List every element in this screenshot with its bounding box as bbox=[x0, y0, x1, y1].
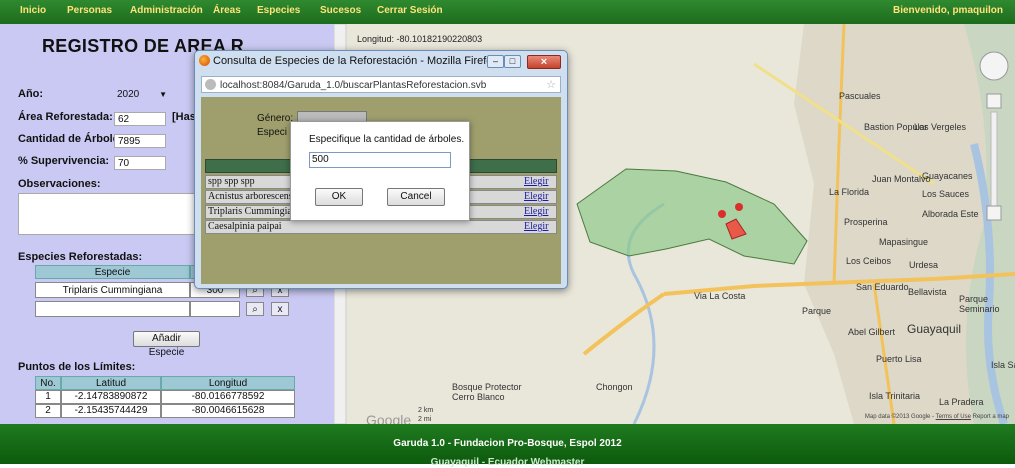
nav-sucesos[interactable]: Sucesos bbox=[320, 5, 361, 16]
scale-mi: 2 mi bbox=[418, 416, 432, 423]
map-attribution: Map data ©2013 Google bbox=[864, 414, 931, 420]
quantity-input[interactable]: 500 bbox=[309, 152, 451, 168]
map-label-via-la-costa: Via La Costa bbox=[694, 291, 746, 301]
map-label-parque-seminario: Parque Seminario bbox=[959, 294, 1000, 314]
map-label-cerro-blanco: Bosque Protector Cerro Blanco bbox=[452, 382, 522, 402]
add-especie-button[interactable]: Añadir Especie bbox=[133, 331, 200, 358]
map-label-la-pradera: La Pradera bbox=[939, 397, 984, 407]
puntos-label: Puntos de los Límites: bbox=[18, 361, 136, 373]
cancel-button[interactable]: Cancel bbox=[387, 188, 445, 206]
especie-row-2-qty[interactable] bbox=[190, 301, 240, 317]
nav-inicio[interactable]: Inicio bbox=[20, 5, 46, 16]
cantidad-label: Cantidad de Árboles: bbox=[18, 133, 129, 145]
punto-row-1-no: 1 bbox=[35, 390, 61, 404]
supervivencia-label: % Supervivencia: bbox=[18, 155, 110, 167]
coordinate-readout: Longitud: -80.10182190220803 bbox=[357, 34, 483, 44]
map-label-vergeles: Los Vergeles bbox=[914, 122, 967, 132]
punto-row-2-lat: -2.15435744429 bbox=[61, 404, 161, 418]
popup-title: Consulta de Especies de la Reforestación… bbox=[213, 55, 498, 67]
genero-label: Género: bbox=[257, 113, 294, 124]
elegir-link[interactable]: Elegir bbox=[524, 176, 554, 188]
especie-header: Especie bbox=[35, 265, 190, 279]
scale-km: 2 km bbox=[418, 407, 434, 414]
area-label: Área Reforestada: bbox=[18, 111, 113, 123]
remove-especie-button[interactable]: x bbox=[271, 302, 289, 316]
prompt-dialog: Especifique la cantidad de árboles. 500 … bbox=[290, 121, 470, 221]
site-icon bbox=[205, 79, 216, 90]
elegir-link[interactable]: Elegir bbox=[524, 221, 554, 233]
map-label-isla-trinitaria: Isla Trinitaria bbox=[869, 391, 921, 401]
footer-line-2: Guayaquil - Ecuador Webmaster bbox=[430, 457, 585, 468]
map-label-pascuales: Pascuales bbox=[839, 91, 881, 101]
especie-label: Especi bbox=[257, 127, 288, 138]
map-label-chongon: Chongon bbox=[596, 382, 633, 392]
map-label-ceibos: Los Ceibos bbox=[846, 256, 892, 266]
map-label-abel-gilbert: Abel Gilbert bbox=[848, 327, 896, 337]
nav-cerrar-sesion[interactable]: Cerrar Sesión bbox=[377, 5, 443, 16]
footer: Garuda 1.0 - Fundacion Pro-Bosque, Espol… bbox=[0, 424, 1015, 468]
map-label-urdesa: Urdesa bbox=[909, 260, 939, 270]
minimize-button[interactable]: – bbox=[487, 55, 504, 68]
chevron-down-icon: ▼ bbox=[159, 90, 167, 99]
puntos-header-longitud: Longitud bbox=[161, 376, 295, 390]
top-nav-bar: Inicio Personas Administración Áreas Esp… bbox=[0, 0, 1015, 25]
result-name: spp spp spp bbox=[208, 176, 255, 187]
punto-row-1-lon: -80.0166778592 bbox=[161, 390, 295, 404]
map-label-isla-santay: Isla Santay bbox=[991, 360, 1015, 370]
url-text: localhost:8084/Garuda_1.0/buscarPlantasR… bbox=[220, 80, 487, 91]
anio-value: 2020 bbox=[117, 89, 140, 100]
especies-label: Especies Reforestadas: bbox=[18, 251, 143, 263]
punto-row-2-no: 2 bbox=[35, 404, 61, 418]
search-icon[interactable]: ⌕ bbox=[246, 302, 264, 316]
map-label-parque: Parque bbox=[802, 306, 832, 316]
maximize-button[interactable]: □ bbox=[504, 55, 521, 68]
nav-administracion[interactable]: Administración bbox=[130, 5, 203, 16]
map-label-prosperina: Prosperina bbox=[844, 217, 888, 227]
nav-especies[interactable]: Especies bbox=[257, 5, 300, 16]
especie-row-2-name[interactable] bbox=[35, 301, 190, 317]
punto-row-1-lat: -2.14783890872 bbox=[61, 390, 161, 404]
terms-link[interactable]: Terms of Use bbox=[936, 414, 971, 420]
result-row: Caesalpinia paipai Elegir bbox=[205, 220, 557, 234]
dialog-prompt: Especifique la cantidad de árboles. bbox=[309, 134, 465, 145]
area-input[interactable]: 62 bbox=[114, 112, 166, 126]
puntos-header-no: No. bbox=[35, 376, 61, 390]
nav-areas[interactable]: Áreas bbox=[213, 5, 241, 16]
map-label-puerto-lisa: Puerto Lisa bbox=[876, 354, 922, 364]
anio-select[interactable]: 2020 ▼ bbox=[114, 88, 169, 102]
close-button[interactable]: × bbox=[527, 55, 561, 69]
ok-button[interactable]: OK bbox=[315, 188, 363, 206]
url-bar[interactable]: localhost:8084/Garuda_1.0/buscarPlantasR… bbox=[201, 76, 561, 93]
firefox-icon bbox=[199, 55, 210, 66]
map-label-bellavista: Bellavista bbox=[908, 287, 947, 297]
map-label-guayaquil: Guayaquil bbox=[907, 322, 962, 336]
result-name: Caesalpinia paipai bbox=[208, 221, 282, 232]
google-logo: Google bbox=[366, 412, 412, 424]
result-name: Triplaris Cummingia bbox=[208, 206, 292, 217]
nav-personas[interactable]: Personas bbox=[67, 5, 112, 16]
welcome-text: Bienvenido, pmaquilon bbox=[892, 5, 1003, 16]
report-link[interactable]: Report a map bbox=[973, 414, 1009, 420]
cantidad-input[interactable]: 7895 bbox=[114, 134, 166, 148]
map-label-mapasingue: Mapasingue bbox=[879, 237, 929, 247]
star-icon[interactable]: ☆ bbox=[546, 77, 556, 94]
anio-label: Año: bbox=[18, 88, 44, 100]
especie-row-1-name: Triplaris Cummingiana bbox=[35, 282, 190, 298]
map-label-alborada: Alborada Este bbox=[922, 209, 979, 219]
map-label-san-eduardo: San Eduardo bbox=[856, 282, 909, 292]
punto-row-2-lon: -80.0046615628 bbox=[161, 404, 295, 418]
map-label-guayacanes: Guayacanes bbox=[922, 171, 973, 181]
footer-line-1: Garuda 1.0 - Fundacion Pro-Bosque, Espol… bbox=[393, 438, 622, 449]
map-label-los-sauces: Los Sauces bbox=[922, 189, 970, 199]
elegir-link[interactable]: Elegir bbox=[524, 206, 554, 218]
area-unit: [Has bbox=[172, 111, 196, 123]
elegir-link[interactable]: Elegir bbox=[524, 191, 554, 203]
observaciones-label: Observaciones: bbox=[18, 178, 101, 190]
map-label-la-florida: La Florida bbox=[829, 187, 870, 197]
puntos-header-latitud: Latitud bbox=[61, 376, 161, 390]
result-name: Acnistus arborescens bbox=[208, 191, 293, 202]
supervivencia-input[interactable]: 70 bbox=[114, 156, 166, 170]
